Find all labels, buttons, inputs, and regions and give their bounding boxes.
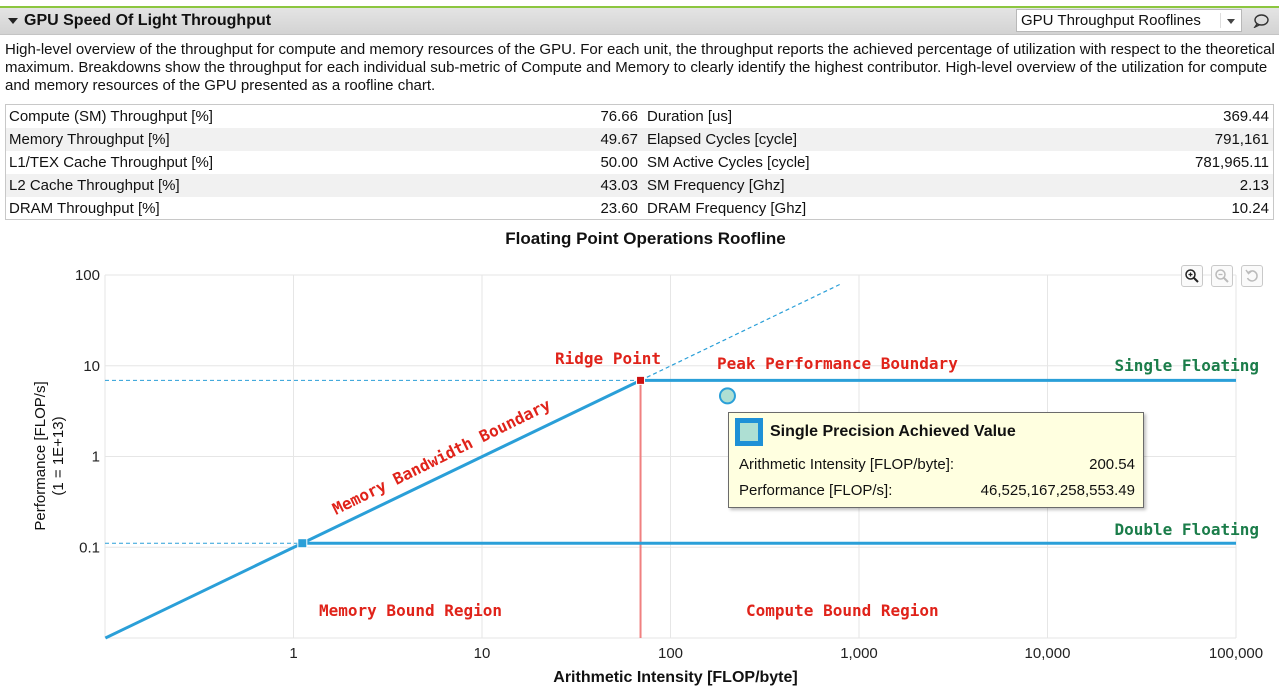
zoom-out-icon — [1215, 269, 1229, 283]
roofline-chart[interactable]: 1 10 100 1,000 10,000 100,000 0.1 1 10 100 Arithme… — [0, 0, 1279, 699]
tooltip-swatch — [735, 418, 763, 446]
x-axis-label: Arithmetic Intensity [FLOP/byte] — [553, 669, 797, 686]
compute-bound-region-label: Compute Bound Region — [746, 601, 939, 620]
achieved-value-tooltip: Single Precision Achieved Value Arithmet… — [728, 412, 1144, 508]
single-floating-label: Single Floating — [1115, 356, 1260, 375]
x-tick-label: 10 — [474, 645, 491, 662]
zoom-in-icon — [1185, 269, 1199, 283]
reset-zoom-button[interactable] — [1241, 265, 1263, 287]
y-axis-scale-label: (1 = 1E+13) — [50, 416, 67, 495]
tooltip-label: Performance [FLOP/s]: — [739, 482, 893, 499]
x-tick-label: 100,000 — [1209, 645, 1263, 662]
double-ridge-point-marker — [297, 538, 308, 549]
x-tick-label: 1 — [289, 645, 297, 662]
tooltip-label: Arithmetic Intensity [FLOP/byte]: — [739, 456, 955, 473]
y-tick-label: 100 — [75, 267, 100, 284]
double-floating-label: Double Floating — [1115, 520, 1260, 539]
memory-bound-region-label: Memory Bound Region — [319, 601, 502, 620]
tooltip-value: 46,525,167,258,553.49 — [980, 482, 1135, 499]
y-axis-label: Performance [FLOP/s] — [32, 381, 49, 530]
x-tick-label: 10,000 — [1025, 645, 1071, 662]
zoom-out-button[interactable] — [1211, 265, 1233, 287]
tooltip-value: 200.54 — [1089, 456, 1135, 473]
peak-performance-boundary-label: Peak Performance Boundary — [717, 354, 958, 373]
achieved-value-point — [718, 387, 736, 405]
reset-zoom-icon — [1245, 269, 1258, 282]
memory-bandwidth-roofline — [104, 379, 642, 640]
x-tick-label: 1,000 — [840, 645, 878, 662]
y-tick-label: 1 — [92, 449, 100, 466]
single-ridge-point-marker — [636, 375, 646, 385]
tooltip-title: Single Precision Achieved Value — [770, 423, 1016, 440]
y-tick-label: 0.1 — [79, 539, 100, 556]
ridge-point-label: Ridge Point — [555, 349, 661, 368]
y-tick-label: 10 — [83, 358, 100, 375]
x-tick-label: 100 — [658, 645, 683, 662]
zoom-in-button[interactable] — [1181, 265, 1203, 287]
